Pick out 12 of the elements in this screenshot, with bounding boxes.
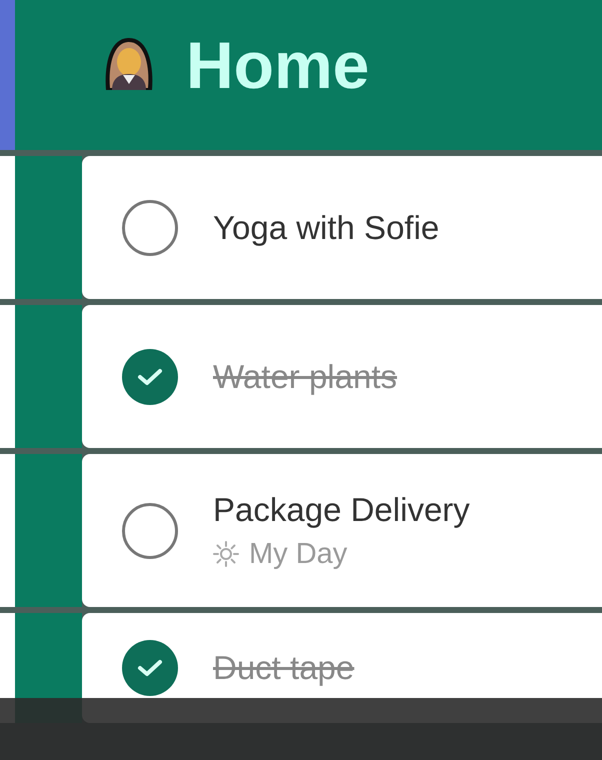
task-title: Duct tape [213,648,354,688]
task-card[interactable]: Water plants [82,305,602,448]
check-icon [137,366,163,386]
task-title: Water plants [213,356,398,397]
task-card[interactable]: Package Delivery My Day [82,454,602,607]
list-title: Home [186,27,370,98]
task-card[interactable]: Yoga with Sofie [82,156,602,299]
my-day-label: My Day [249,537,348,572]
check-icon [137,658,163,678]
task-title: Yoga with Sofie [213,208,440,248]
sun-icon [213,541,239,568]
task-title: Package Delivery [213,490,470,530]
